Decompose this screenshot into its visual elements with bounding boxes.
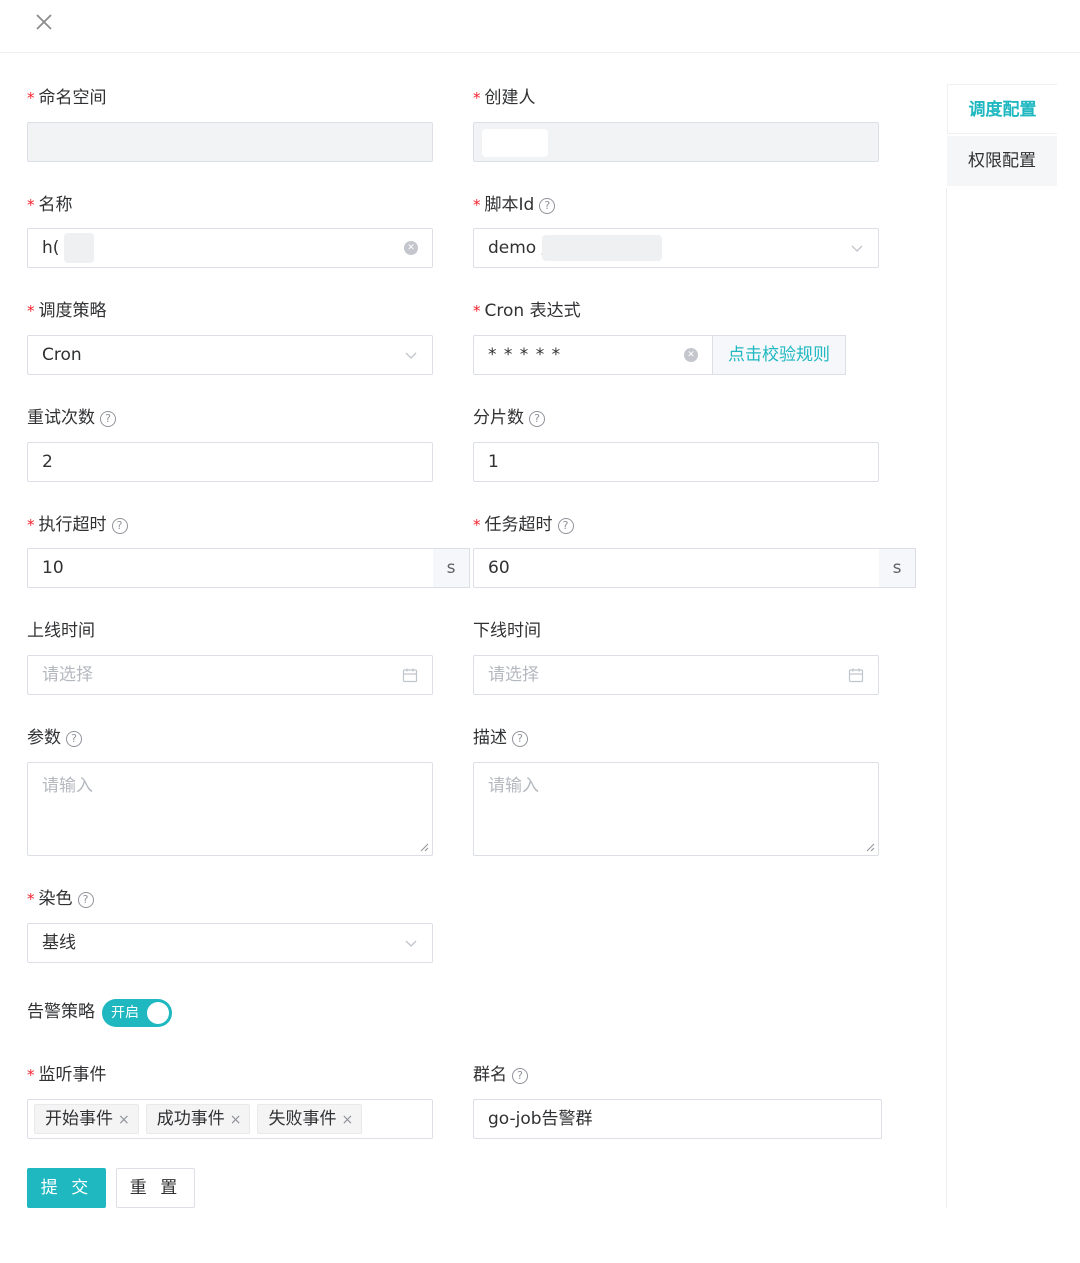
task-timeout-label: * 任务超时? bbox=[473, 514, 574, 536]
description-label: 描述? bbox=[473, 727, 528, 749]
creator-label: * 创建人 bbox=[473, 88, 536, 108]
dye-label: * 染色? bbox=[27, 888, 94, 910]
namespace-label: * 命名空间 bbox=[27, 88, 107, 108]
offline-time-placeholder: 请选择 bbox=[488, 665, 539, 685]
online-time-label: 上线时间 bbox=[27, 621, 95, 641]
schedule-strategy-select[interactable]: Cron bbox=[27, 335, 433, 375]
chevron-down-icon bbox=[405, 352, 417, 359]
exec-timeout-unit: s bbox=[433, 548, 470, 588]
help-icon[interactable]: ? bbox=[77, 892, 94, 908]
required-mark: * bbox=[27, 516, 35, 534]
schedule-strategy-value: Cron bbox=[42, 345, 82, 365]
online-time-placeholder: 请选择 bbox=[42, 665, 93, 685]
tag-close-icon[interactable]: × bbox=[118, 1112, 130, 1128]
event-tag: 开始事件 × bbox=[34, 1104, 139, 1134]
name-input[interactable]: h( ✕ bbox=[27, 228, 433, 268]
reset-button[interactable]: 重 置 bbox=[116, 1168, 195, 1208]
clear-icon[interactable]: ✕ bbox=[684, 348, 698, 362]
creator-input[interactable] bbox=[473, 122, 879, 162]
group-name-label: 群名? bbox=[473, 1064, 528, 1086]
name-value: h( bbox=[42, 238, 60, 258]
alert-strategy-switch[interactable]: 开启 bbox=[102, 999, 172, 1027]
required-mark: * bbox=[473, 302, 481, 320]
required-mark: * bbox=[27, 890, 35, 908]
cron-input[interactable]: * * * * * ✕ bbox=[473, 335, 713, 375]
script-id-select[interactable]: demo / bbox=[473, 228, 879, 268]
description-placeholder: 请输入 bbox=[488, 776, 539, 796]
dye-select[interactable]: 基线 bbox=[27, 923, 433, 963]
task-timeout-input[interactable]: 60 bbox=[473, 548, 880, 588]
help-icon[interactable]: ? bbox=[512, 1068, 528, 1084]
switch-text: 开启 bbox=[111, 1005, 139, 1021]
help-icon[interactable]: ? bbox=[539, 198, 556, 214]
switch-knob bbox=[147, 1002, 169, 1024]
required-mark: * bbox=[27, 1066, 35, 1084]
listen-events-select[interactable]: 开始事件 × 成功事件 × 失败事件 × bbox=[27, 1099, 433, 1139]
help-icon[interactable]: ? bbox=[100, 411, 116, 427]
name-label: * 名称 bbox=[27, 195, 73, 215]
tag-close-icon[interactable]: × bbox=[341, 1112, 353, 1128]
tag-close-icon[interactable]: × bbox=[230, 1112, 242, 1128]
listen-events-label: * 监听事件 bbox=[27, 1065, 107, 1085]
shard-count-input[interactable]: 1 bbox=[473, 442, 879, 482]
retry-count-input[interactable]: 2 bbox=[27, 442, 433, 482]
help-icon[interactable]: ? bbox=[557, 518, 574, 534]
chevron-down-icon bbox=[851, 245, 863, 252]
dye-value: 基线 bbox=[42, 933, 76, 953]
clear-icon[interactable]: ✕ bbox=[404, 241, 418, 255]
alert-strategy-label: 告警策略 bbox=[27, 1002, 95, 1022]
online-time-picker[interactable]: 请选择 bbox=[27, 655, 433, 695]
help-icon[interactable]: ? bbox=[111, 518, 128, 534]
required-mark: * bbox=[27, 196, 35, 214]
submit-button[interactable]: 提 交 bbox=[27, 1168, 106, 1208]
event-tag: 成功事件 × bbox=[145, 1104, 251, 1134]
params-textarea[interactable]: 请输入 bbox=[27, 762, 433, 856]
namespace-input[interactable] bbox=[27, 122, 433, 162]
cron-value: * * * * * bbox=[488, 345, 562, 365]
drawer-header bbox=[0, 0, 1080, 53]
cron-label: * Cron 表达式 bbox=[473, 301, 581, 321]
exec-timeout-label: * 执行超时? bbox=[27, 514, 128, 536]
event-tag: 失败事件 × bbox=[257, 1104, 363, 1134]
schedule-strategy-label: * 调度策略 bbox=[27, 301, 107, 321]
resize-handle-icon[interactable] bbox=[866, 843, 875, 852]
chevron-down-icon bbox=[405, 940, 417, 947]
required-mark: * bbox=[27, 302, 35, 320]
task-timeout-unit: s bbox=[879, 548, 916, 588]
description-textarea[interactable]: 请输入 bbox=[473, 762, 879, 856]
exec-timeout-input[interactable]: 10 bbox=[27, 548, 434, 588]
offline-time-picker[interactable]: 请选择 bbox=[473, 655, 879, 695]
side-tabs-divider bbox=[946, 188, 947, 1208]
help-icon[interactable]: ? bbox=[529, 411, 545, 427]
retry-count-label: 重试次数? bbox=[27, 407, 116, 429]
required-mark: * bbox=[27, 89, 35, 107]
script-id-label: * 脚本Id? bbox=[473, 194, 556, 216]
avatar bbox=[482, 129, 548, 157]
offline-time-label: 下线时间 bbox=[473, 621, 541, 641]
params-placeholder: 请输入 bbox=[42, 776, 93, 796]
validate-cron-button[interactable]: 点击校验规则 bbox=[712, 335, 846, 375]
calendar-icon bbox=[848, 668, 864, 683]
tab-permission-config[interactable]: 权限配置 bbox=[947, 136, 1057, 186]
calendar-icon bbox=[402, 668, 418, 683]
shard-count-label: 分片数? bbox=[473, 407, 545, 429]
required-mark: * bbox=[473, 196, 481, 214]
help-icon[interactable]: ? bbox=[66, 731, 82, 747]
help-icon[interactable]: ? bbox=[512, 731, 528, 747]
resize-handle-icon[interactable] bbox=[420, 843, 429, 852]
group-name-input[interactable]: go-job告警群 bbox=[473, 1099, 882, 1139]
params-label: 参数? bbox=[27, 727, 82, 749]
required-mark: * bbox=[473, 89, 481, 107]
script-id-value: demo / bbox=[488, 238, 548, 258]
required-mark: * bbox=[473, 516, 481, 534]
close-icon[interactable] bbox=[34, 12, 54, 32]
tab-schedule-config[interactable]: 调度配置 bbox=[947, 84, 1057, 134]
